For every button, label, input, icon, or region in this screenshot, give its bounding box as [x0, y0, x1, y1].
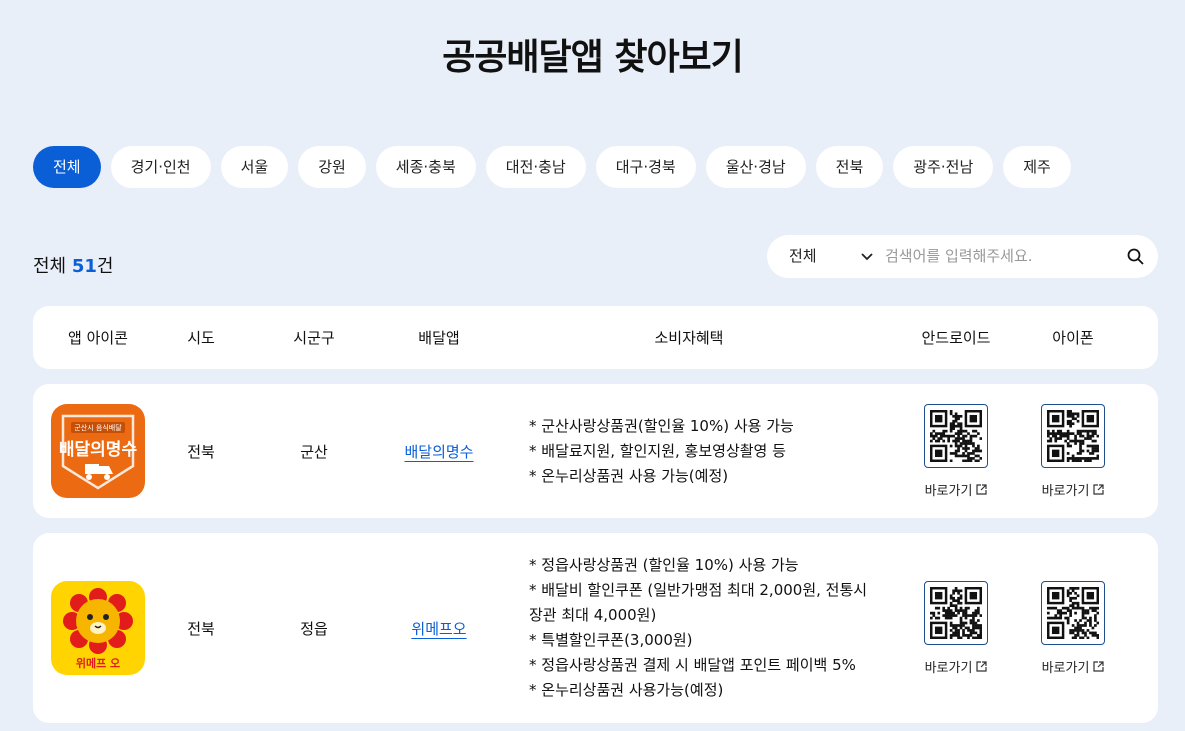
- result-count-suffix: 건: [96, 256, 114, 277]
- app-icon-cell: 위메프 오: [33, 533, 163, 723]
- sido-cell: 전북: [187, 619, 215, 638]
- benefit-item: * 특별할인쿠폰(3,000원): [529, 631, 693, 649]
- header-sido: 시도: [187, 329, 215, 347]
- benefit-list: * 정읍사랑상품권 (할인율 10%) 사용 가능 * 배달비 할인쿠폰 (일반…: [489, 553, 867, 703]
- qr-code-icon: [930, 586, 982, 639]
- search-category-select[interactable]: 전체: [789, 235, 817, 278]
- tab-gangwon[interactable]: 강원: [298, 146, 366, 188]
- tab-all[interactable]: 전체: [33, 146, 101, 188]
- chevron-down-icon[interactable]: [859, 248, 875, 264]
- benefits-cell: * 군산사랑상품권(할인율 10%) 사용 가능 * 배달료지원, 할인지원, …: [489, 384, 889, 518]
- external-link-icon: [976, 660, 988, 672]
- result-count: 전체 51건: [33, 252, 113, 278]
- header-app: 배달앱: [418, 329, 460, 347]
- android-link-label: 바로가기: [924, 660, 973, 676]
- result-count-prefix: 전체: [33, 256, 67, 277]
- ios-qr-code[interactable]: [1041, 403, 1105, 468]
- region-tabs: 전체 경기·인천 서울 강원 세종·충북 대전·충남 대구·경북 울산·경남 전…: [33, 146, 1071, 188]
- tab-jeju[interactable]: 제주: [1003, 146, 1071, 188]
- tab-jeonbuk[interactable]: 전북: [815, 146, 884, 188]
- header-sigungu: 시군구: [293, 329, 335, 347]
- tab-daejeon-chungnam[interactable]: 대전·충남: [485, 146, 586, 188]
- tab-ulsan-gyeongnam[interactable]: 울산·경남: [705, 146, 806, 188]
- android-link[interactable]: 바로가기: [925, 480, 988, 499]
- table-row: 군산시 음식배달 배달의명수 전북 군산 배달의명수 * 군산사랑상품권(할인율…: [33, 384, 1158, 518]
- external-link-icon: [976, 483, 988, 495]
- page-title: 공공배달앱 찾아보기: [442, 37, 744, 78]
- benefit-item: * 온누리상품권 사용 가능(예정): [529, 466, 729, 485]
- benefit-item: 장관 최대 4,000원): [529, 606, 657, 624]
- benefit-item: * 배달료지원, 할인지원, 홍보영상촬영 등: [529, 441, 786, 460]
- tab-seoul[interactable]: 서울: [220, 146, 289, 188]
- android-cell: 바로가기: [889, 533, 1023, 723]
- app-logo-icon: 군산시 음식배달 배달의명수: [51, 404, 145, 498]
- header-android: 안드로이드: [921, 329, 991, 347]
- benefit-list: * 군산사랑상품권(할인율 10%) 사용 가능 * 배달료지원, 할인지원, …: [489, 414, 794, 489]
- benefits-cell: * 정읍사랑상품권 (할인율 10%) 사용 가능 * 배달비 할인쿠폰 (일반…: [489, 533, 889, 723]
- search-icon[interactable]: [1127, 248, 1144, 265]
- ios-link[interactable]: 바로가기: [1042, 480, 1105, 499]
- ios-link-label: 바로가기: [1041, 483, 1090, 499]
- qr-code-icon: [1047, 409, 1099, 462]
- app-logo-big-text: 위메프 오: [76, 656, 120, 670]
- app-link[interactable]: 위메프오: [411, 618, 466, 639]
- sido-cell: 전북: [187, 442, 215, 461]
- header-benefits: 소비자혜택: [654, 329, 724, 347]
- android-link-label: 바로가기: [924, 483, 973, 499]
- app-cell: 배달의명수: [389, 384, 489, 518]
- header-app-icon: 앱 아이콘: [68, 329, 128, 347]
- search-input[interactable]: 검색어를 입력해주세요.: [885, 235, 1033, 278]
- table-row: 위메프 오 전북 정읍 위메프오 * 정읍사랑상품권 (할인율 10%) 사용 …: [33, 533, 1158, 723]
- ios-link-label: 바로가기: [1041, 660, 1090, 676]
- benefit-item: * 온누리상품권 사용가능(예정): [529, 681, 724, 699]
- qr-code-icon: [930, 409, 982, 462]
- android-qr-code[interactable]: [924, 403, 988, 468]
- tab-gyeonggi-incheon[interactable]: 경기·인천: [110, 146, 211, 188]
- search-bar: 전체 검색어를 입력해주세요.: [767, 235, 1158, 278]
- table-header: 앱 아이콘 시도 시군구 배달앱 소비자혜택 안드로이드 아이폰: [33, 306, 1158, 369]
- benefit-item: * 군산사랑상품권(할인율 10%) 사용 가능: [529, 416, 794, 435]
- android-cell: 바로가기: [889, 384, 1023, 518]
- qr-code-icon: [1047, 586, 1099, 639]
- android-qr-code[interactable]: [924, 580, 988, 645]
- app-link[interactable]: 배달의명수: [404, 441, 473, 462]
- benefit-item: * 정읍사랑상품권 결제 시 배달앱 포인트 페이백 5%: [529, 656, 856, 674]
- sigungu-cell: 정읍: [300, 619, 328, 638]
- external-link-icon: [1093, 660, 1105, 672]
- ios-cell: 바로가기: [1023, 384, 1123, 518]
- header-iphone: 아이폰: [1052, 329, 1094, 347]
- app-logo-icon: 위메프 오: [51, 581, 145, 675]
- ios-qr-code[interactable]: [1041, 580, 1105, 645]
- ios-link[interactable]: 바로가기: [1042, 657, 1105, 676]
- app-cell: 위메프오: [389, 533, 489, 723]
- android-link[interactable]: 바로가기: [925, 657, 988, 676]
- tab-gwangju-jeonnam[interactable]: 광주·전남: [893, 146, 994, 188]
- tab-sejong-chungbuk[interactable]: 세종·충북: [375, 146, 476, 188]
- app-logo-small-text: 군산시 음식배달: [74, 423, 122, 432]
- tab-daegu-gyeongbuk[interactable]: 대구·경북: [595, 146, 696, 188]
- app-logo-big-text: 배달의명수: [59, 439, 138, 460]
- app-icon-cell: 군산시 음식배달 배달의명수: [33, 384, 163, 518]
- ios-cell: 바로가기: [1023, 533, 1123, 723]
- benefit-item: * 정읍사랑상품권 (할인율 10%) 사용 가능: [529, 556, 799, 574]
- benefit-item: * 배달비 할인쿠폰 (일반가맹점 최대 2,000원, 전통시: [529, 581, 868, 599]
- result-count-number: 51: [71, 256, 97, 277]
- external-link-icon: [1093, 483, 1105, 495]
- sigungu-cell: 군산: [300, 442, 328, 461]
